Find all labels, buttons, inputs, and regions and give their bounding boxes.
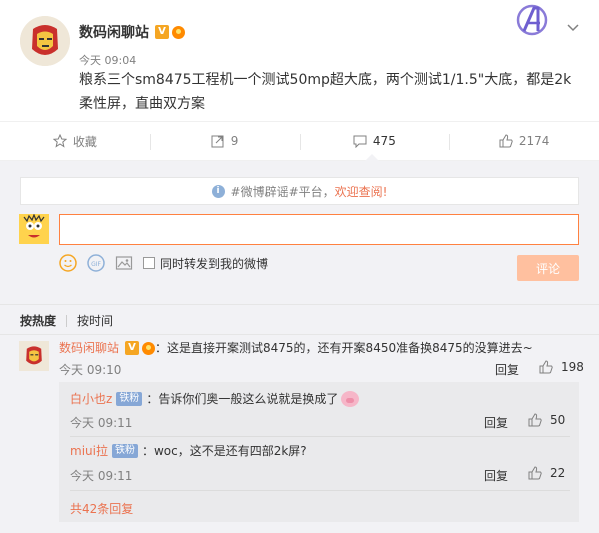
avengers-logo-icon: [516, 4, 548, 36]
post-text: 粮系三个sm8475工程机一个测试50mp超大底，两个测试1/1.5"大底，都是…: [79, 72, 572, 112]
post-time[interactable]: 今天 09:04: [79, 52, 136, 68]
comment-tab-caret: [365, 154, 379, 161]
thumbs-up-icon: [499, 134, 513, 148]
reply-reply-button[interactable]: 回复: [484, 414, 508, 431]
info-icon: i: [211, 184, 225, 198]
divider: [70, 490, 570, 491]
author-avatar[interactable]: [20, 16, 70, 66]
notice-text: #微博辟谣#平台，: [230, 184, 335, 199]
svg-text:GIF: GIF: [91, 261, 101, 268]
sort-by-hot[interactable]: 按热度: [20, 312, 56, 329]
more-replies-link[interactable]: 共42条回复: [70, 500, 133, 517]
thumbs-up-icon: [539, 360, 553, 374]
comment-like-count: 198: [561, 360, 584, 374]
notice-link[interactable]: 欢迎查阅!: [335, 183, 388, 200]
comment-icon: [353, 135, 367, 148]
my-avatar[interactable]: [19, 213, 49, 244]
pig-emoji-icon: [341, 391, 360, 407]
reply-time: 今天 09:11: [70, 416, 133, 430]
fan-badge: 铁粉: [116, 392, 143, 406]
comment-input[interactable]: [59, 214, 579, 245]
reply-author[interactable]: 白小也z: [70, 390, 112, 408]
image-icon[interactable]: [115, 254, 133, 272]
emoji-icon[interactable]: [59, 254, 77, 272]
favorite-label: 收藏: [72, 134, 97, 149]
checkbox-box[interactable]: [143, 257, 155, 269]
rumor-notice: i #微博辟谣#平台， 欢迎查阅!: [20, 177, 579, 205]
comment-count: 475: [372, 134, 396, 148]
like-count: 2174: [518, 134, 550, 148]
composer-tools: GIF 同时转发到我的微博: [59, 254, 268, 272]
divider: [70, 436, 570, 437]
favorite-button[interactable]: 收藏: [0, 122, 150, 160]
fan-badge: 铁粉: [111, 444, 138, 458]
forward-checkbox[interactable]: 同时转发到我的微博: [143, 255, 268, 272]
reply-like-count: 50: [550, 413, 566, 427]
post-actions-bar: 收藏 9 475 2174: [0, 121, 599, 161]
comment-author[interactable]: 数码闲聊站: [59, 339, 119, 357]
gif-icon[interactable]: GIF: [87, 254, 105, 272]
repost-icon: [211, 135, 224, 148]
forward-label: 同时转发到我的微博: [160, 256, 269, 271]
reply-text: ：woc，这不是还有四部2k屏?: [141, 444, 307, 458]
reply-text: ：告诉你们奥一般这么说就是换成了: [146, 392, 339, 406]
chevron-down-icon[interactable]: [567, 20, 579, 36]
reply-author[interactable]: miui拉: [70, 442, 108, 460]
medal-icon: [172, 25, 185, 39]
divider: [0, 334, 599, 335]
sort-divider: [66, 314, 68, 327]
star-icon: [52, 134, 67, 148]
medal-icon: [142, 341, 156, 355]
verified-badge: V: [155, 25, 169, 39]
reply-like-button[interactable]: 50: [528, 413, 565, 427]
comment-reply-button[interactable]: 回复: [495, 361, 519, 378]
reply-item: 白小也z 铁粉 ：告诉你们奥一般这么说就是换成了: [70, 390, 360, 408]
reply-like-button[interactable]: 22: [528, 466, 565, 480]
sort-by-time[interactable]: 按时间: [77, 312, 113, 329]
like-button[interactable]: 2174: [449, 122, 599, 160]
repost-count: 9: [230, 134, 239, 148]
commenter-avatar[interactable]: [19, 341, 49, 371]
comment-like-button[interactable]: 198: [539, 360, 584, 374]
reply-item: miui拉 铁粉 ：woc，这不是还有四部2k屏?: [70, 442, 307, 460]
verified-badge: V: [125, 341, 140, 355]
author-line: 数码闲聊站 V: [79, 22, 185, 42]
sort-bar: 按热度 按时间: [0, 304, 599, 336]
reply-time: 今天 09:11: [70, 469, 133, 483]
thumbs-up-icon: [528, 466, 542, 480]
reply-reply-button[interactable]: 回复: [484, 467, 508, 484]
repost-button[interactable]: 9: [149, 122, 300, 160]
submit-comment-button[interactable]: 评论: [517, 255, 579, 281]
thumbs-up-icon: [528, 413, 542, 427]
reply-like-count: 22: [550, 466, 566, 480]
author-name[interactable]: 数码闲聊站: [79, 22, 149, 42]
comment-text: ：这是直接开案测试8475的，还有开案8450准备换8475的没算进去~: [155, 341, 533, 355]
comment-time: 今天 09:10: [59, 363, 122, 377]
comment-item: 数码闲聊站 V ：这是直接开案测试8475的，还有开案8450准备换8475的没…: [59, 339, 533, 357]
